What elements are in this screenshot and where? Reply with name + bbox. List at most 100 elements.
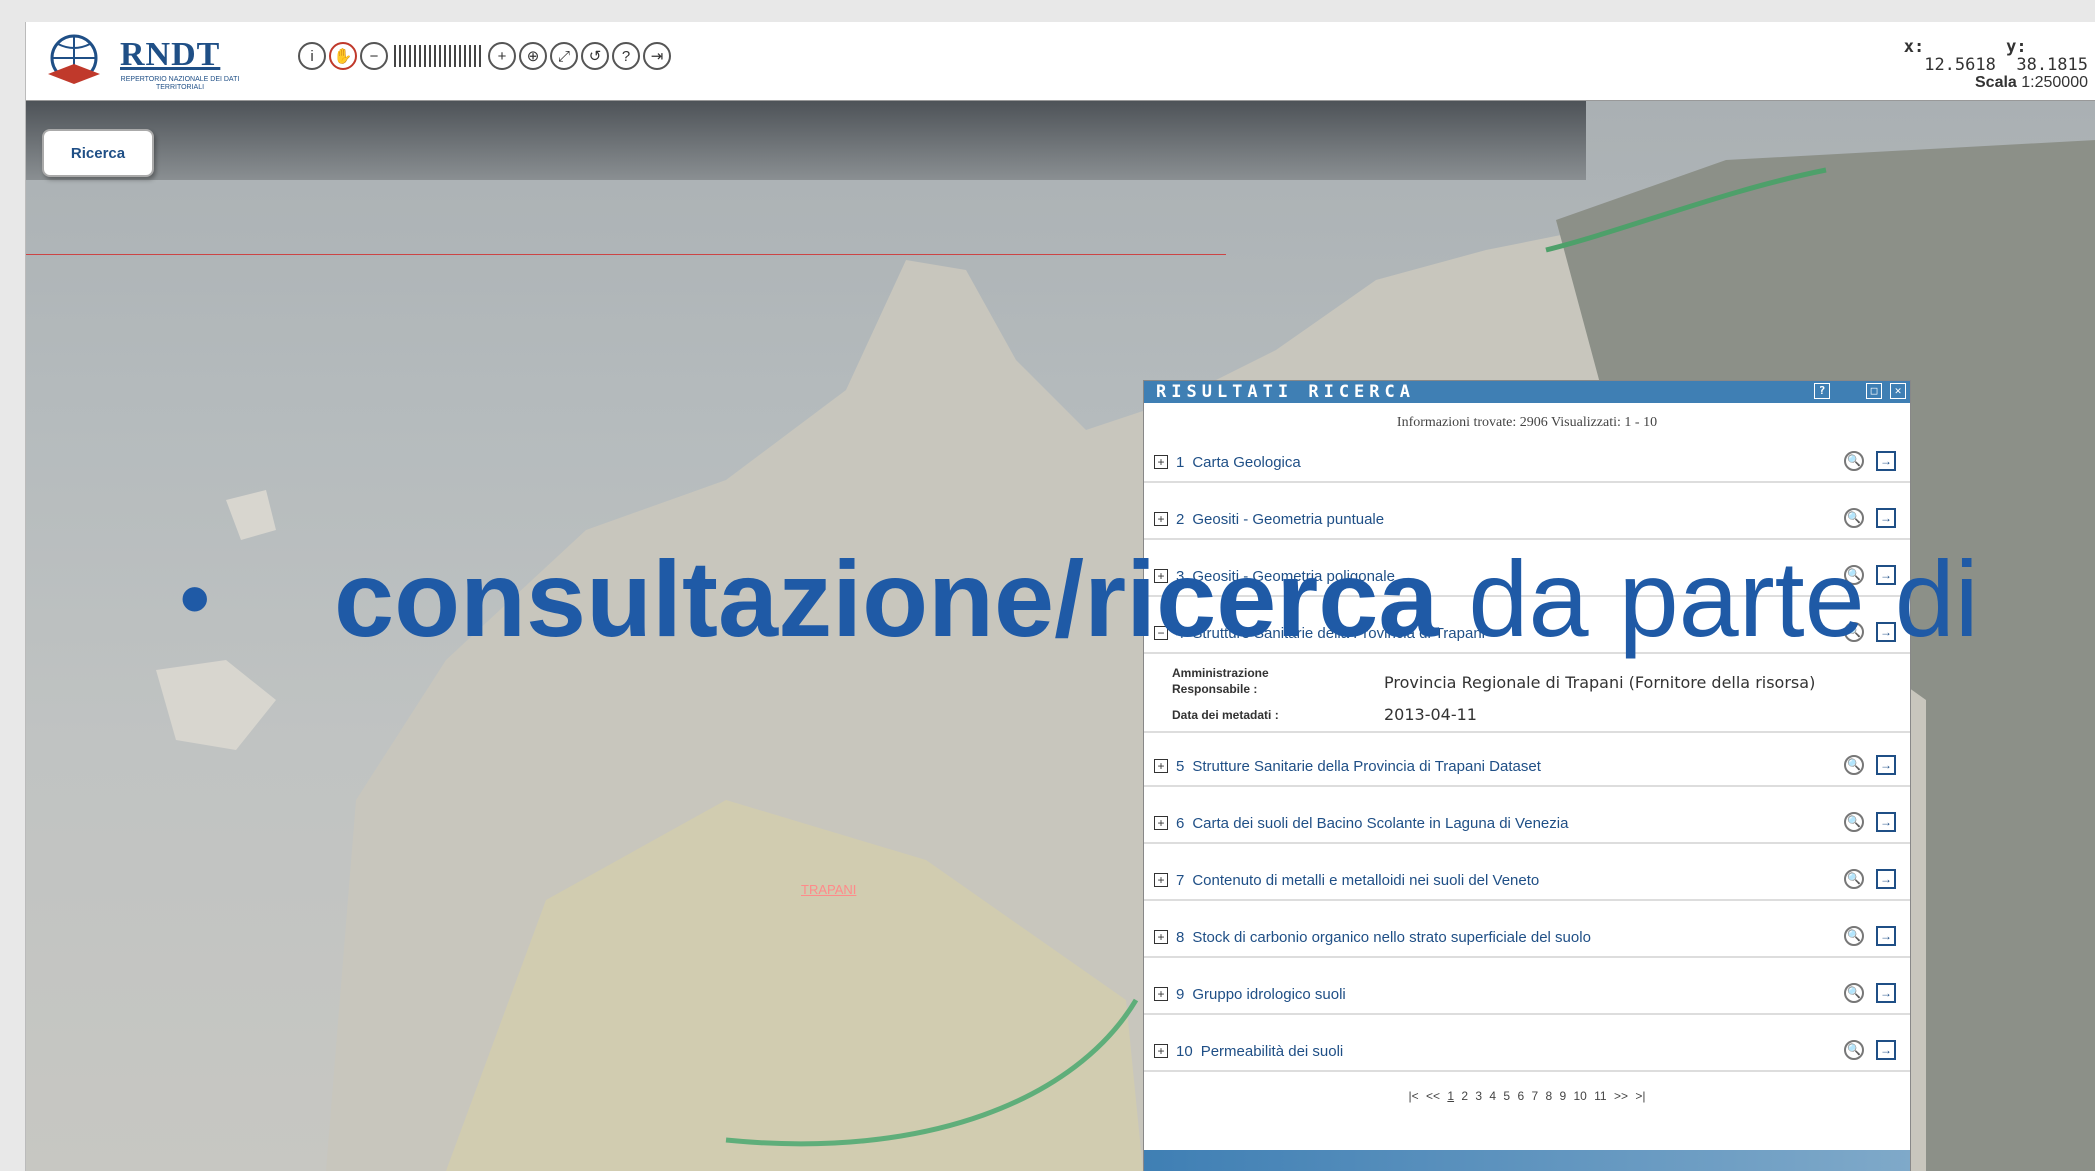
resp-label-line1: Amministrazione	[1172, 666, 1269, 680]
zoom-to-icon[interactable]: 🔍	[1844, 869, 1864, 889]
expand-icon[interactable]: +	[1154, 455, 1168, 469]
result-row[interactable]: +7 Contenuto di metalli e metalloidi nei …	[1144, 861, 1910, 901]
help-icon[interactable]: ?	[612, 42, 640, 70]
zoom-to-icon[interactable]: 🔍	[1844, 508, 1864, 528]
exit-icon[interactable]: ⇥	[643, 42, 671, 70]
expand-icon[interactable]: +	[1154, 1044, 1168, 1058]
brand-subtitle: REPERTORIO NAZIONALE DEI DATI TERRITORIA…	[120, 76, 240, 91]
result-number: 6	[1176, 814, 1185, 832]
prev-page-link[interactable]: <<	[1426, 1089, 1440, 1103]
region-boundary	[26, 254, 1226, 255]
panel-title: RISULTATI RICERCA	[1156, 382, 1415, 402]
expand-icon[interactable]: +	[1154, 930, 1168, 944]
open-icon[interactable]: →	[1876, 1040, 1896, 1060]
zoom-to-icon[interactable]: 🔍	[1844, 755, 1864, 775]
date-value: 2013-04-11	[1384, 705, 1477, 724]
open-icon[interactable]: →	[1876, 755, 1896, 775]
result-row[interactable]: +10 Permeabilità dei suoli 🔍 →	[1144, 1032, 1910, 1072]
previous-view-icon[interactable]: ↺	[581, 42, 609, 70]
zoom-out-icon[interactable]: −	[360, 42, 388, 70]
info-icon[interactable]: i	[298, 42, 326, 70]
open-icon[interactable]: →	[1876, 869, 1896, 889]
open-icon[interactable]: →	[1876, 983, 1896, 1003]
next-page-link[interactable]: >>	[1614, 1089, 1628, 1103]
result-number: 5	[1176, 757, 1185, 775]
expand-icon[interactable]: +	[1154, 512, 1168, 526]
zoom-to-icon[interactable]: 🔍	[1844, 451, 1864, 471]
coordinate-readout: x: y: 12.5618 38.1815 Scala 1:250000	[1904, 38, 2088, 92]
resp-value: Provincia Regionale di Trapani (Fornitor…	[1384, 673, 1816, 692]
date-label: Data dei metadati :	[1172, 708, 1279, 722]
map-tools: i ✋ − + ⊕ ⤢ ↺ ? ⇥	[298, 39, 671, 73]
first-page-link[interactable]: |<	[1409, 1089, 1419, 1103]
result-title[interactable]: Permeabilità dei suoli	[1201, 1043, 1344, 1060]
result-row[interactable]: +8 Stock di carbonio organico nello strat…	[1144, 918, 1910, 958]
panel-title-bar[interactable]: RISULTATI RICERCA ? □ ✕	[1144, 381, 1910, 403]
pan-hand-icon[interactable]: ✋	[329, 42, 357, 70]
extent-icon[interactable]: ⤢	[550, 42, 578, 70]
result-number: 1	[1176, 453, 1185, 471]
zoom-to-icon[interactable]: 🔍	[1844, 1040, 1864, 1060]
rndt-logo[interactable]: RNDT REPERTORIO NAZIONALE DEI DATI TERRI…	[44, 30, 244, 92]
result-row[interactable]: +6 Carta dei suoli del Bacino Scolante in…	[1144, 804, 1910, 844]
globe-logo-icon	[48, 34, 100, 84]
resp-label: Amministrazione Responsabile :	[1172, 665, 1269, 697]
zoom-slider[interactable]	[394, 45, 482, 67]
result-title[interactable]: Gruppo idrologico suoli	[1192, 986, 1345, 1003]
y-label: y:	[2006, 37, 2027, 57]
expand-icon[interactable]: +	[1154, 759, 1168, 773]
scale-value: 1:250000	[2021, 74, 2088, 91]
panel-footer	[1144, 1150, 1910, 1171]
result-title[interactable]: Strutture Sanitarie della Provincia di T…	[1192, 758, 1541, 775]
open-icon[interactable]: →	[1876, 508, 1896, 528]
search-results-panel: RISULTATI RICERCA ? □ ✕ Informazioni tro…	[1143, 380, 1911, 1171]
result-detail: Amministrazione Responsabile : Provincia …	[1144, 657, 1910, 733]
bullet-text: consultazione/ricerca da parte di	[334, 534, 1979, 664]
zoom-to-icon[interactable]: 🔍	[1844, 983, 1864, 1003]
result-number: 7	[1176, 871, 1185, 889]
resp-label-line2: Responsabile :	[1172, 682, 1258, 696]
pagination: |< << 1 2 3 4 5 6 7 8 9 10 11 >> >|	[1144, 1089, 1910, 1103]
result-row[interactable]: +5 Strutture Sanitarie della Provincia di…	[1144, 747, 1910, 787]
zoom-to-icon[interactable]: 🔍	[1844, 926, 1864, 946]
result-row[interactable]: +9 Gruppo idrologico suoli 🔍 →	[1144, 975, 1910, 1015]
page-links[interactable]: 2 3 4 5 6 7 8 9 10 11	[1461, 1089, 1606, 1103]
result-title[interactable]: Geositi - Geometria puntuale	[1192, 511, 1384, 528]
x-value: 12.5618	[1924, 55, 1996, 75]
zoom-to-icon[interactable]: 🔍	[1844, 812, 1864, 832]
open-icon[interactable]: →	[1876, 451, 1896, 471]
y-value: 38.1815	[2016, 55, 2088, 75]
expand-icon[interactable]: +	[1154, 873, 1168, 887]
result-row[interactable]: +1 Carta Geologica 🔍 →	[1144, 443, 1910, 483]
bullet-rest-text: da parte di	[1438, 538, 1979, 659]
x-label: x:	[1903, 37, 1925, 57]
zoom-box-icon[interactable]: ⊕	[519, 42, 547, 70]
search-tab[interactable]: Ricerca	[42, 129, 154, 177]
bullet-bold-text: consultazione/ricerca	[334, 538, 1439, 659]
result-number: 2	[1176, 510, 1185, 528]
result-number: 10	[1176, 1042, 1193, 1060]
result-title[interactable]: Carta Geologica	[1192, 454, 1300, 471]
result-title[interactable]: Carta dei suoli del Bacino Scolante in L…	[1192, 815, 1568, 832]
result-number: 9	[1176, 985, 1185, 1003]
close-icon[interactable]: ✕	[1890, 383, 1906, 399]
current-page: 1	[1447, 1089, 1455, 1103]
scale-label: Scala	[1975, 74, 2017, 91]
expand-icon[interactable]: +	[1154, 987, 1168, 1001]
zoom-in-icon[interactable]: +	[488, 42, 516, 70]
bullet-mark: •	[179, 549, 211, 649]
help-icon[interactable]: ?	[1814, 383, 1830, 399]
expand-icon[interactable]: +	[1154, 816, 1168, 830]
result-number: 8	[1176, 928, 1185, 946]
maximize-icon[interactable]: □	[1866, 383, 1882, 399]
map-place-label[interactable]: TRAPANI	[801, 882, 856, 897]
panel-buttons: ? □ ✕	[1814, 383, 1906, 399]
open-icon[interactable]: →	[1876, 926, 1896, 946]
results-info: Informazioni trovate: 2906 Visualizzati:…	[1396, 415, 1658, 430]
result-title[interactable]: Stock di carbonio organico nello strato …	[1192, 929, 1591, 946]
brand-name: RNDT	[120, 36, 221, 73]
top-toolbar: RNDT REPERTORIO NAZIONALE DEI DATI TERRI…	[26, 22, 2095, 101]
open-icon[interactable]: →	[1876, 812, 1896, 832]
last-page-link[interactable]: >|	[1635, 1089, 1645, 1103]
result-title[interactable]: Contenuto di metalli e metalloidi nei su…	[1192, 872, 1539, 889]
